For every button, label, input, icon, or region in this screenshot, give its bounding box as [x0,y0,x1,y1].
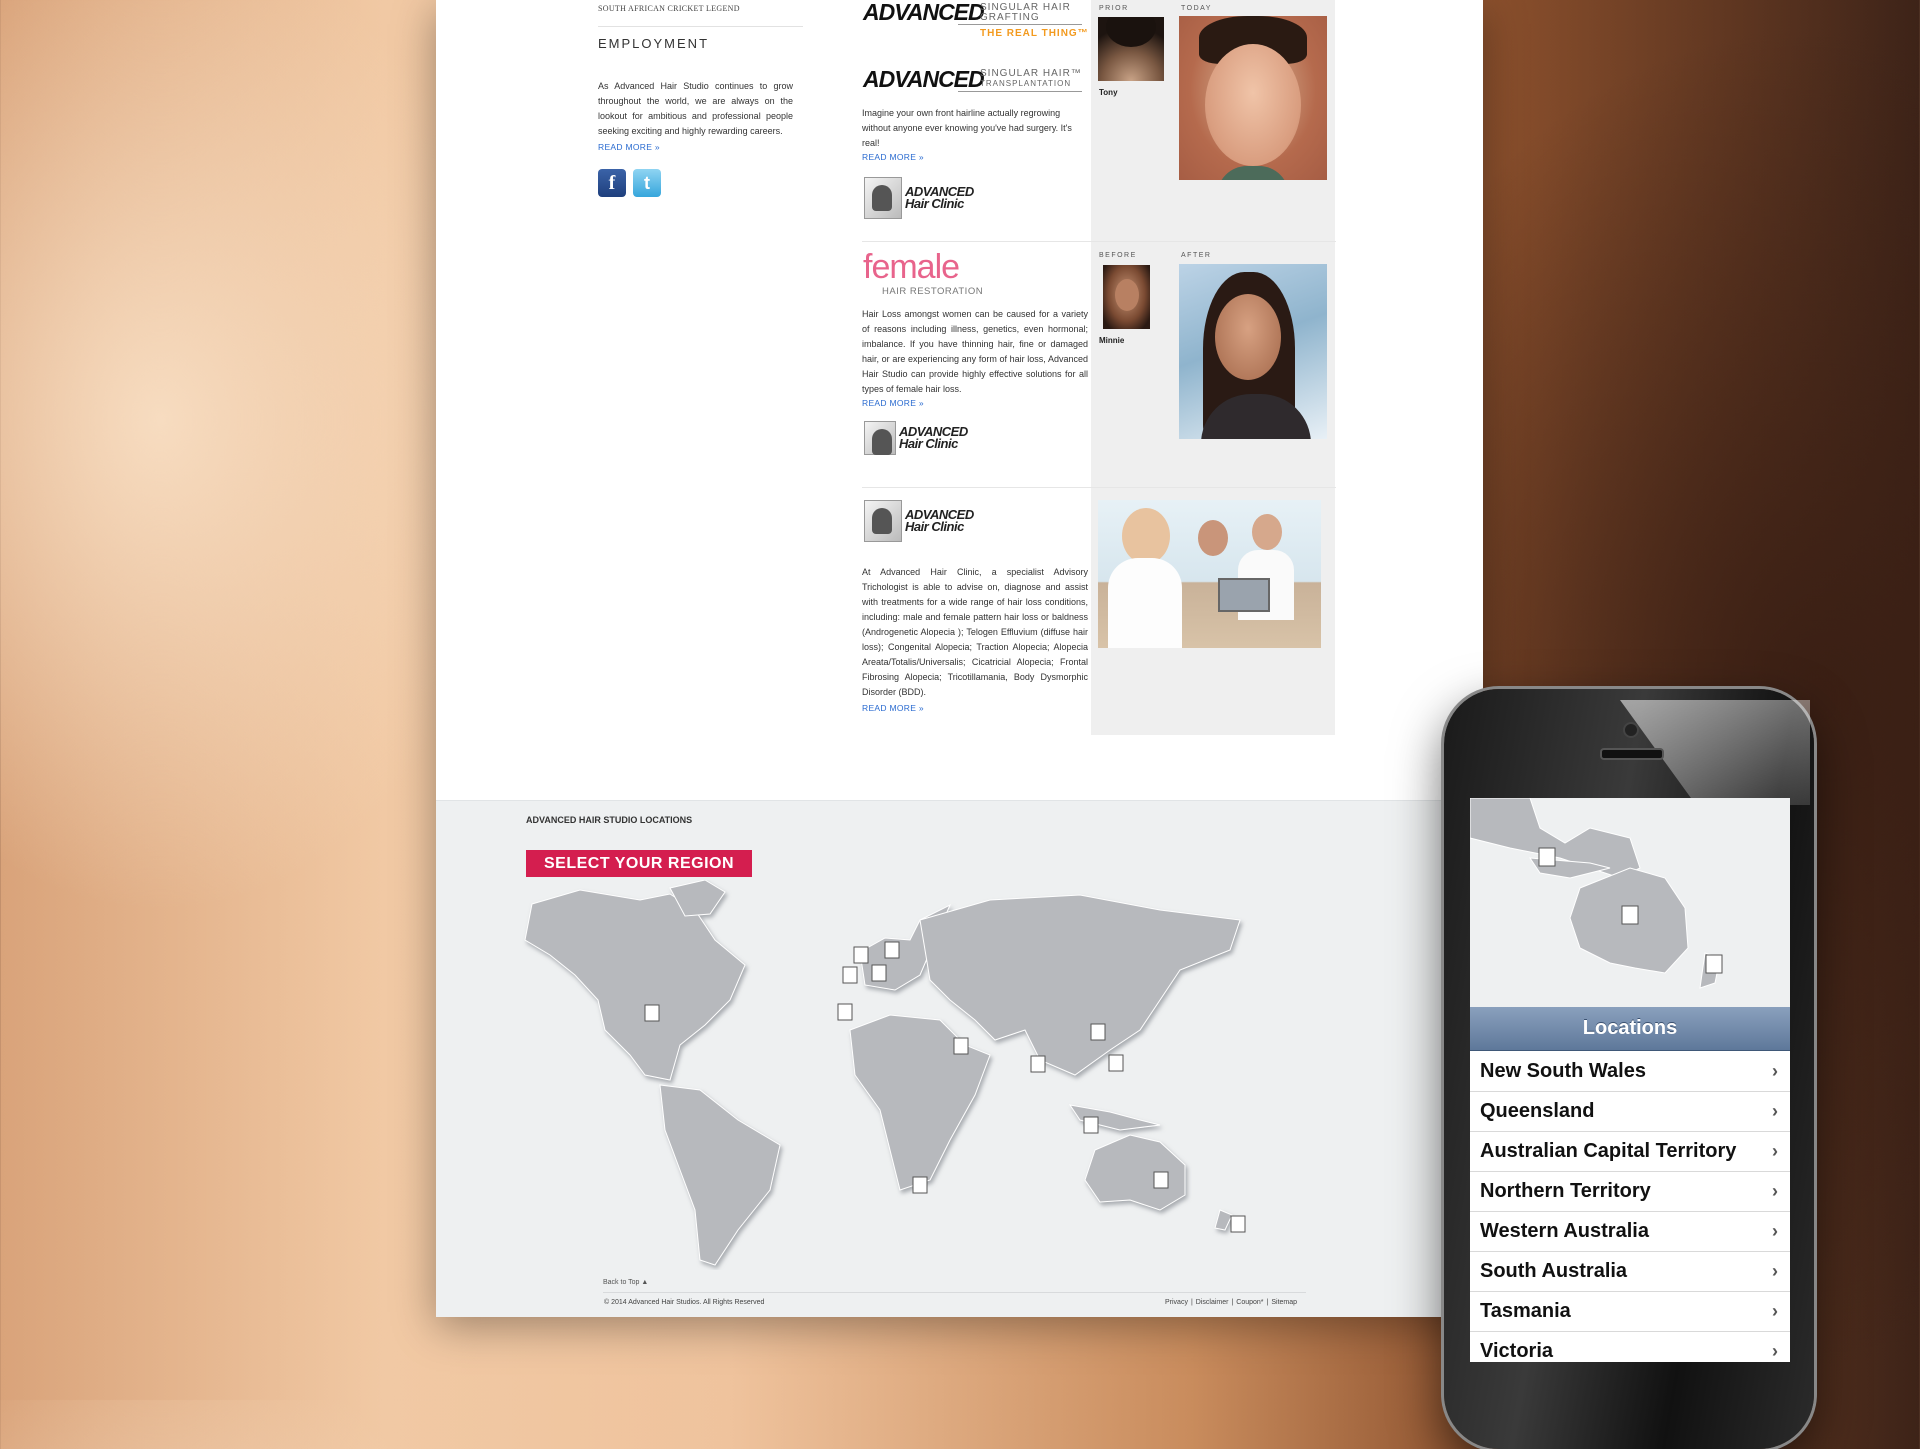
studio-marker-icon [853,946,869,964]
clinic-logo[interactable]: ADVANCED Hair Clinic [864,500,974,542]
studio-marker-icon [644,1004,660,1022]
today-photo [1179,16,1327,180]
transplant-logo[interactable]: ADVANCED [863,66,985,93]
sitemap-link[interactable]: Sitemap [1271,1299,1297,1306]
chevron-right-icon: › [1772,1100,1778,1121]
footer-links: Privacy | Disclaimer | Coupon* | Sitemap [1165,1299,1298,1306]
transplant-read-more-link[interactable]: READ MORE » [862,152,924,162]
after-photo [1179,264,1327,439]
divider [958,24,1082,25]
studio-marker-icon [871,964,887,982]
grafting-sub2: GRAFTING [980,12,1040,23]
doctors-photo [1098,500,1321,648]
studio-marker-icon [1083,1116,1099,1134]
twitter-icon[interactable]: t [633,169,661,197]
employment-text: As Advanced Hair Studio continues to gro… [598,81,793,136]
copyright: © 2014 Advanced Hair Studios. All Rights… [604,1299,765,1306]
africa [849,1014,991,1191]
location-item-qld[interactable]: Queensland › [1470,1091,1790,1132]
north-america [524,889,746,1081]
chevron-right-icon: › [1772,1260,1778,1281]
south-america [659,1084,781,1266]
after-label: AFTER [1181,252,1212,259]
location-item-act[interactable]: Australian Capital Territory › [1470,1131,1790,1172]
chevron-right-icon: › [1772,1060,1778,1081]
female-read-more-link[interactable]: READ MORE » [862,398,924,408]
grafting-tagline: THE REAL THING™ [980,28,1089,39]
studio-marker-icon [1538,847,1556,867]
clinic-logo[interactable]: ADVANCED Hair Clinic [864,177,974,219]
before-label: BEFORE [1099,252,1137,259]
disclaimer-link[interactable]: Disclaimer [1196,1299,1229,1306]
camera-icon [1623,722,1639,738]
location-item-vic[interactable]: Victoria › [1470,1331,1790,1362]
female-logo-sub: HAIR RESTORATION [882,286,984,297]
legend-caption: SOUTH AFRICAN CRICKET LEGEND [598,4,740,13]
clinic-logo-icon [864,177,902,219]
select-region-button[interactable]: SELECT YOUR REGION [526,850,752,877]
divider [958,91,1082,92]
studio-marker-icon [837,1003,853,1021]
divider [603,1292,1306,1293]
new-zealand [1214,1209,1233,1231]
locations-title: ADVANCED HAIR STUDIO LOCATIONS [526,815,693,825]
studio-marker-icon [1230,1215,1246,1233]
speaker-icon [1600,748,1664,760]
prior-photo [1098,17,1164,81]
divider [862,487,1336,488]
chevron-right-icon: › [1772,1180,1778,1201]
facebook-icon[interactable]: f [598,169,626,197]
studio-marker-icon [953,1037,969,1055]
studio-marker-icon [1621,905,1639,925]
back-to-top-link[interactable]: Back to Top ▲ [603,1279,648,1286]
chevron-right-icon: › [1772,1340,1778,1361]
phone-screen: Locations New South Wales › Queensland › A… [1470,798,1790,1362]
studio-marker-icon [1153,1171,1169,1189]
mobile-map[interactable] [1470,798,1790,1007]
chevron-right-icon: › [1772,1220,1778,1241]
clinic-text: At Advanced Hair Clinic, a specialist Ad… [862,567,1088,697]
prior-label: PRIOR [1099,5,1129,12]
chevron-right-icon: › [1772,1140,1778,1161]
studio-marker-icon [884,941,900,959]
employment-read-more-link[interactable]: READ MORE » [598,142,660,152]
grafting-logo[interactable]: ADVANCED [863,0,985,26]
studio-marker-icon [1090,1023,1106,1041]
female-text: Hair Loss amongst women can be caused fo… [862,309,1088,394]
divider [598,26,803,27]
studio-marker-icon [1030,1055,1046,1073]
today-label: TODAY [1181,5,1212,12]
world-map[interactable] [520,880,1260,1270]
transplant-text: Imagine your own front hairline actually… [862,108,1072,148]
transplant-sub2: TRANSPLANTATION [980,79,1072,88]
location-item-sa[interactable]: South Australia › [1470,1251,1790,1292]
location-item-wa[interactable]: Western Australia › [1470,1211,1790,1252]
clinic-logo[interactable]: ADVANCED Hair Clinic [864,421,968,455]
minnie-name: Minnie [1099,336,1125,345]
female-logo[interactable]: female [863,248,960,287]
clinic-logo-icon [864,500,902,542]
clinic-read-more-link[interactable]: READ MORE » [862,703,924,713]
australia [1084,1134,1186,1211]
chevron-right-icon: › [1772,1300,1778,1321]
locations-header: Locations [1470,1007,1790,1051]
location-item-nt[interactable]: Northern Territory › [1470,1171,1790,1212]
clinic-logo-icon [864,421,896,455]
location-item-nsw[interactable]: New South Wales › [1470,1051,1790,1092]
coupon-link[interactable]: Coupon* [1236,1299,1263,1306]
studio-marker-icon [1108,1054,1124,1072]
studio-marker-icon [842,966,858,984]
tony-name: Tony [1099,88,1118,97]
studio-marker-icon [912,1176,928,1194]
transplant-sub1: SINGULAR HAIR™ [980,68,1082,79]
location-item-tas[interactable]: Tasmania › [1470,1291,1790,1332]
divider [862,241,1336,242]
before-photo [1103,265,1150,329]
employment-title: EMPLOYMENT [598,36,710,51]
studio-marker-icon [1705,954,1723,974]
privacy-link[interactable]: Privacy [1165,1299,1188,1306]
